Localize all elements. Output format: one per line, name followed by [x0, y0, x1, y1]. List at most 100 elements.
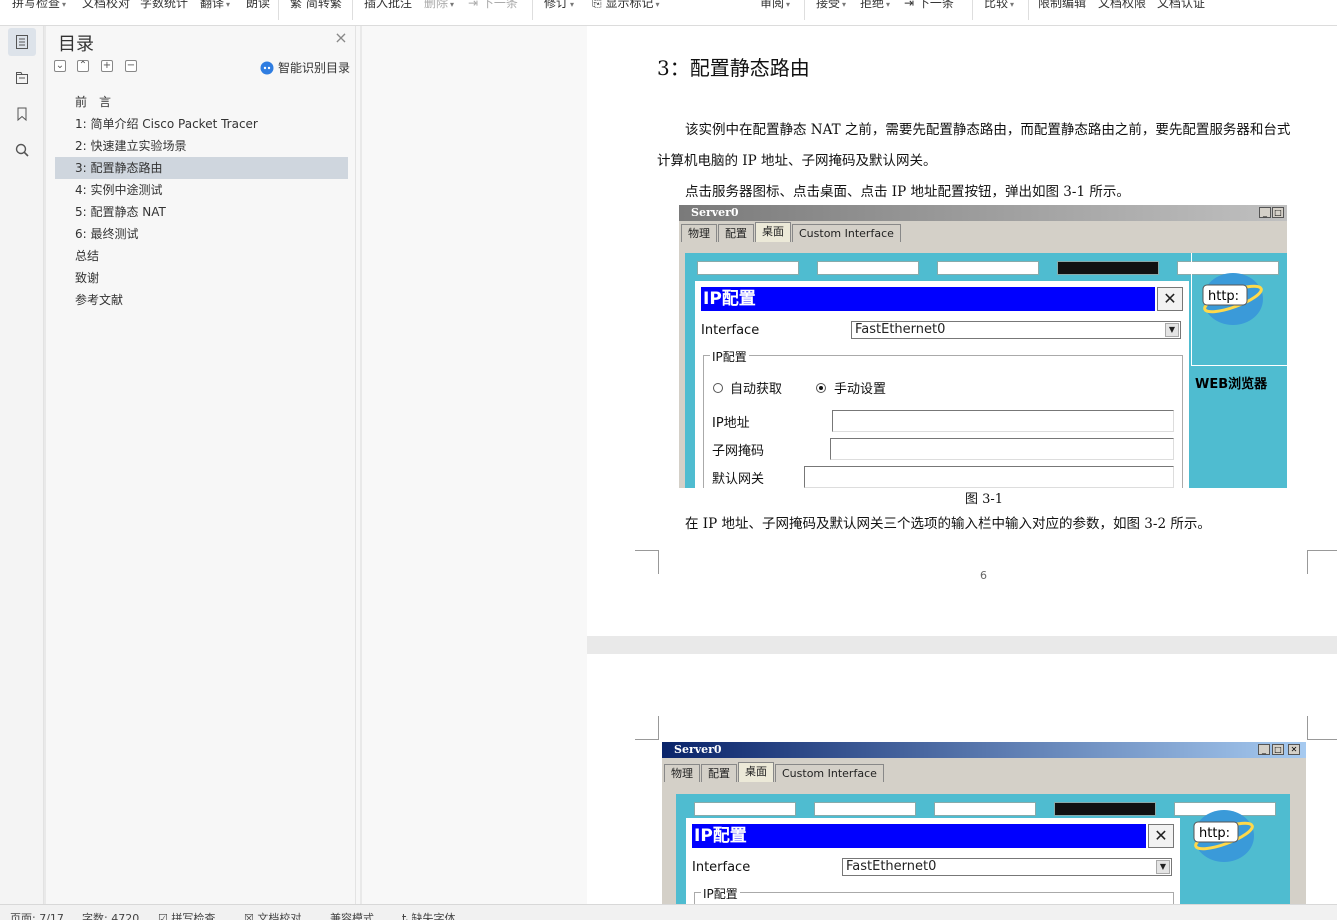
- word-count-button[interactable]: 字数统计: [140, 0, 188, 11]
- subnet-mask-label: 子网掩码: [712, 444, 765, 459]
- paragraph-line: 计算机电脑的 IP 地址、子网掩码及默认网关。: [657, 153, 937, 169]
- translate-button[interactable]: 翻译 ▾: [200, 0, 230, 11]
- collapse-all-icon[interactable]: ⌄: [54, 60, 66, 72]
- tab-strip: 物理 配置 桌面 Custom Interface: [681, 222, 902, 242]
- spell-check-toggle[interactable]: ☑ 拼写检查: [158, 910, 215, 920]
- next-comment-button[interactable]: ⇥ 下一条: [468, 0, 518, 11]
- toolbar-divider: [278, 0, 279, 20]
- tab-strip: 物理 配置 桌面 Custom Interface: [664, 762, 885, 782]
- read-aloud-button[interactable]: 朗读: [246, 0, 270, 11]
- search-rail-button[interactable]: [8, 136, 36, 164]
- reject-button[interactable]: 拒绝 ▾: [860, 0, 890, 11]
- toc-item[interactable]: 1: 简单介绍 Cisco Packet Tracer: [55, 113, 348, 135]
- toc-panel: 目录 × ⌄ ⌃ + − 智能识别目录 前 言 1: 简单介绍 Cisco Pa…: [46, 26, 360, 904]
- toc-item[interactable]: 4: 实例中途测试: [55, 179, 348, 201]
- simplified-to-traditional-button[interactable]: 繁 简转繁: [290, 0, 342, 11]
- close-icon: ✕: [1157, 287, 1183, 311]
- close-icon: ✕: [1148, 824, 1174, 848]
- default-gateway-label: 默认网关: [712, 472, 765, 487]
- bookmark-rail-button[interactable]: [8, 100, 36, 128]
- close-icon[interactable]: ×: [333, 30, 349, 46]
- proofread-toggle[interactable]: ☒ 文档校对: [244, 910, 301, 920]
- interface-label: Interface: [692, 860, 751, 875]
- app-tile: [697, 261, 799, 275]
- http-label: http:: [1199, 826, 1230, 841]
- toolbar-divider: [352, 0, 353, 20]
- word-count-indicator[interactable]: 字数: 4720: [82, 910, 139, 920]
- spell-check-label: 拼写检查: [171, 912, 216, 920]
- web-browser-icon: http:: [1193, 810, 1254, 862]
- review-button[interactable]: 审阅 ▾: [760, 0, 790, 11]
- tab-config: 配置: [718, 224, 754, 242]
- chevron-down-icon: ▾: [450, 0, 455, 9]
- toc-item[interactable]: 总结: [55, 245, 348, 267]
- chevron-down-icon: ▾: [1010, 0, 1015, 9]
- toc-item[interactable]: 致谢: [55, 267, 348, 289]
- interface-select: FastEthernet0 ▼: [842, 858, 1172, 876]
- missing-font-button[interactable]: Ꮏ 缺失字体: [402, 910, 456, 920]
- font-icon: Ꮏ: [402, 912, 409, 920]
- ai-robot-icon: [260, 61, 274, 74]
- web-browser-label: WEB浏览器: [1195, 377, 1268, 392]
- delete-comment-button[interactable]: 删除 ▾: [424, 0, 454, 11]
- crop-mark: [1307, 716, 1337, 740]
- close-icon: ✕: [1288, 744, 1300, 755]
- maximize-icon: □: [1272, 744, 1284, 755]
- paragraph-line: 点击服务器图标、点击桌面、点击 IP 地址配置按钮，弹出如图 3-1 所示。: [685, 184, 1130, 200]
- app-tile: [1054, 802, 1156, 816]
- smart-toc-button[interactable]: 智能识别目录: [260, 59, 350, 76]
- group-label: IP配置: [710, 348, 749, 365]
- compare-button[interactable]: 比较 ▾: [984, 0, 1014, 11]
- nav-rail: [0, 26, 44, 904]
- next-arrow-icon: ⇥: [468, 0, 479, 10]
- interface-select: FastEthernet0 ▼: [851, 321, 1181, 339]
- doc-permission-button[interactable]: 文档权限: [1098, 0, 1146, 11]
- tab-custom-interface: Custom Interface: [775, 764, 884, 782]
- track-changes-button[interactable]: 修订 ▾: [544, 0, 574, 11]
- maximize-icon: □: [1272, 207, 1284, 218]
- toc-item[interactable]: 5: 配置静态 NAT: [55, 201, 348, 223]
- app-tile: [817, 261, 919, 275]
- spell-check-button[interactable]: 拼写检查 ▾: [12, 0, 66, 11]
- insert-comment-button[interactable]: 插入批注: [364, 0, 412, 11]
- document-canvas[interactable]: 3：配置静态路由 该实例中在配置静态 NAT 之前，需要先配置静态路由，而配置静…: [587, 26, 1337, 904]
- tab-physical: 物理: [681, 224, 717, 242]
- remove-heading-icon[interactable]: −: [125, 60, 137, 72]
- toolbar-divider: [532, 0, 533, 20]
- search-icon: [15, 143, 29, 157]
- toolbar-divider: [972, 0, 973, 20]
- chevron-down-icon: ▾: [226, 0, 231, 9]
- ip-address-field: [832, 410, 1174, 432]
- chapter-rail-button[interactable]: [8, 64, 36, 92]
- toc-item[interactable]: 6: 最终测试: [55, 223, 348, 245]
- tab-desktop: 桌面: [738, 762, 774, 782]
- ip-config-group: IP配置: [694, 885, 1174, 904]
- next-change-button[interactable]: ⇥ 下一条: [904, 0, 954, 11]
- toc-item[interactable]: 2: 快速建立实验场景: [55, 135, 348, 157]
- toc-item[interactable]: 前 言: [55, 91, 348, 113]
- toc-rail-button[interactable]: [8, 28, 36, 56]
- page-indicator[interactable]: 页面: 7/17: [10, 910, 64, 920]
- window-title: Server0: [691, 206, 739, 219]
- show-markup-button[interactable]: ⎘ 显示标记 ▾: [592, 0, 659, 11]
- section-heading: 3：配置静态路由: [657, 56, 810, 80]
- ip-config-dialog: IP配置 ✕ Interface FastEthernet0 ▼ IP配置: [686, 818, 1180, 904]
- app-tile: [694, 802, 796, 816]
- doc-proofread-button[interactable]: 文档校对: [82, 0, 130, 11]
- interface-label: Interface: [701, 323, 760, 338]
- restrict-editing-button[interactable]: 限制编辑: [1038, 0, 1086, 11]
- doc-certify-button[interactable]: 文档认证: [1157, 0, 1205, 11]
- toc-item[interactable]: 参考文献: [55, 289, 348, 311]
- workspace-gutter: [362, 26, 587, 904]
- window-title: Server0: [674, 743, 722, 756]
- expand-up-icon[interactable]: ⌃: [77, 60, 89, 72]
- add-heading-icon[interactable]: +: [101, 60, 113, 72]
- accept-button[interactable]: 接受 ▾: [816, 0, 846, 11]
- checkbox-icon: ☑: [158, 912, 168, 920]
- ip-address-label: IP地址: [712, 416, 750, 431]
- bookmark-icon: [17, 107, 27, 122]
- checkbox-icon: ☒: [244, 912, 254, 920]
- compat-mode-indicator[interactable]: 兼容模式: [330, 910, 374, 920]
- toc-item-active[interactable]: 3: 配置静态路由: [55, 157, 348, 179]
- window-titlebar: Server0: [662, 742, 1306, 758]
